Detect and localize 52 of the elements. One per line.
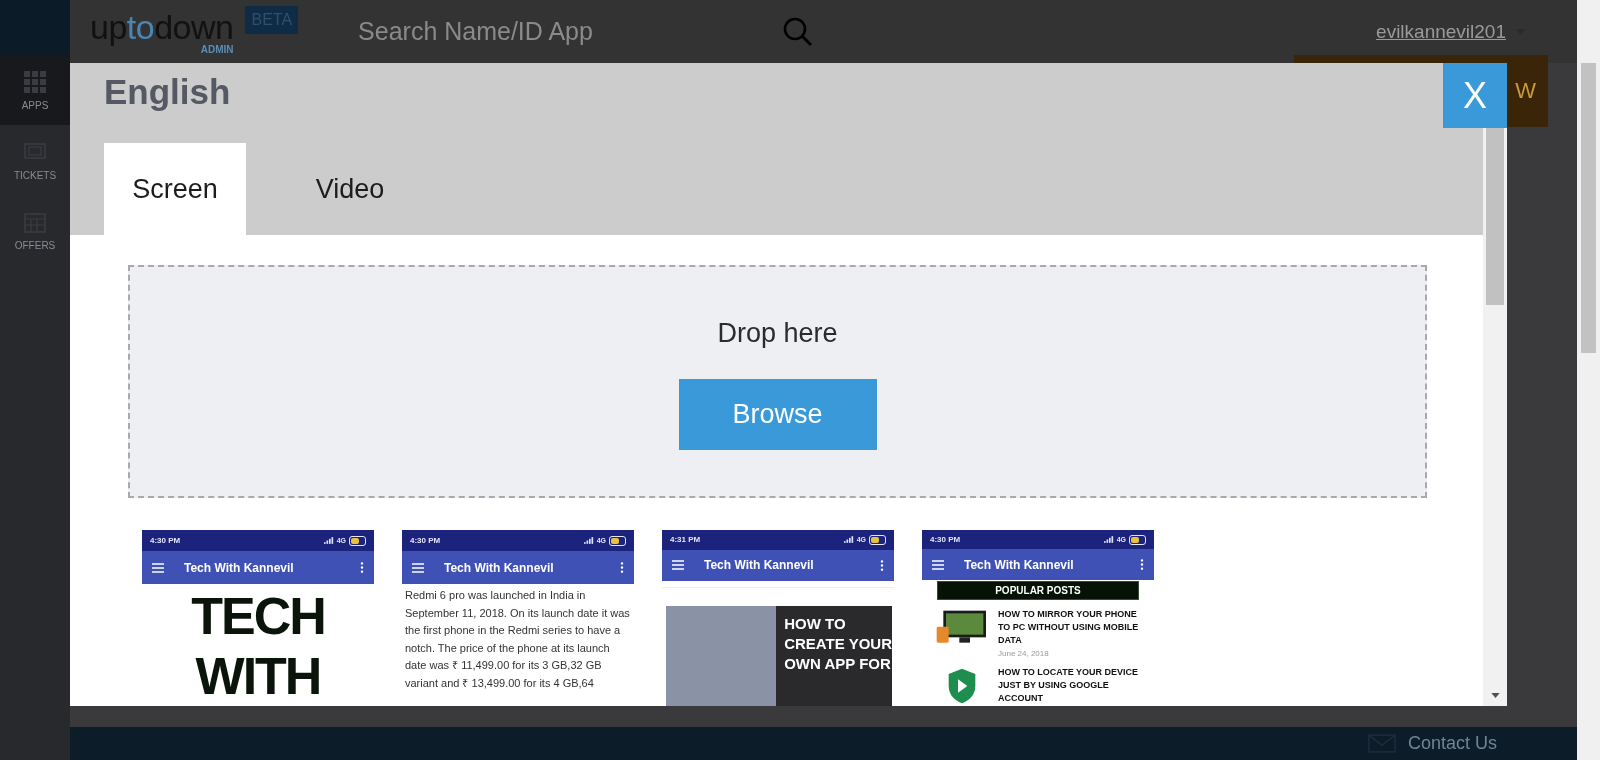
user-menu[interactable]: evilkannevil201: [1376, 20, 1506, 43]
battery-icon: [609, 535, 626, 546]
tab[interactable]: Screen: [104, 143, 246, 235]
status-time: 4:31 PM: [670, 535, 701, 545]
sidebar-item[interactable]: APPS: [0, 55, 70, 125]
sidebar-item[interactable]: TICKETS: [0, 125, 70, 195]
battery-icon: [349, 535, 366, 546]
tab[interactable]: Video: [250, 143, 450, 235]
battery-icon: [869, 534, 886, 545]
menu-icon[interactable]: [412, 562, 424, 573]
more-icon[interactable]: [880, 559, 884, 571]
status-time: 4:30 PM: [410, 536, 441, 545]
signal-icon: [583, 537, 594, 544]
sidebar-item[interactable]: OFFERS: [0, 195, 70, 265]
app-title: Tech With Kannevil: [184, 560, 294, 575]
menu-icon[interactable]: [152, 562, 164, 573]
search-field[interactable]: Search Name/ID App: [356, 16, 781, 47]
app-title: Tech With Kannevil: [964, 557, 1074, 572]
menu-icon[interactable]: [932, 559, 944, 570]
battery-icon: [1129, 534, 1146, 545]
post-thumbnail-title: HOW TO CREATE YOUR OWN APP FOR: [783, 614, 892, 674]
page-scrollbar[interactable]: [1577, 0, 1600, 760]
drop-zone[interactable]: Drop here Browse: [128, 265, 1427, 498]
browse-button[interactable]: Browse: [678, 378, 877, 450]
post-link[interactable]: HOW TO MIRROR YOUR PHONE TO PC WITHOUT USING MOBILE DATA: [998, 608, 1146, 647]
signal-icon: [1103, 536, 1114, 544]
article-text: Redmi 6 pro was launched in India in September 11, 2018. On its launch date it was the first phone in the Redmi series to have a notch. The price of the phone at its launch date was ₹ 11,499.00 for its 3 GB,32 GB variant and ₹ 13,499.00 for its 4 GB,64: [405, 588, 631, 691]
post-link[interactable]: HOW TO LOCATE YOUR DEVICE JUST BY USING GOOGLE ACCOUNT: [998, 666, 1146, 705]
scrollbar-thumb[interactable]: [1486, 128, 1504, 305]
status-time: 4:30 PM: [930, 535, 961, 545]
close-button[interactable]: X: [1443, 63, 1507, 128]
app-title: Tech With Kannevil: [704, 558, 814, 573]
more-icon[interactable]: [620, 562, 624, 573]
post-date: June 24, 2018: [998, 649, 1050, 658]
app-title: Tech With Kannevil: [444, 560, 554, 575]
logo-subtitle: ADMIN: [200, 44, 234, 55]
scroll-down-icon[interactable]: [1490, 693, 1500, 698]
status-time: 4:30 PM: [150, 536, 181, 545]
modal-title: English: [104, 71, 231, 113]
contact-link[interactable]: Contact Us: [1367, 733, 1497, 754]
signal-icon: [843, 536, 854, 544]
modal-scrollbar[interactable]: [1483, 128, 1507, 706]
more-icon[interactable]: [1140, 559, 1144, 571]
grid-icon: [23, 69, 47, 94]
section-heading: POPULAR POSTS: [937, 581, 1139, 600]
drop-text: Drop here: [717, 317, 838, 349]
signal-icon: [323, 537, 334, 544]
blog-logo-text: TECH WITH: [190, 586, 326, 706]
more-icon[interactable]: [360, 562, 364, 573]
menu-icon[interactable]: [672, 560, 684, 571]
post-thumbnail[interactable]: HOW TO CREATE YOUR OWN APP FOR: [666, 606, 892, 706]
brand-block: [0, 0, 70, 55]
